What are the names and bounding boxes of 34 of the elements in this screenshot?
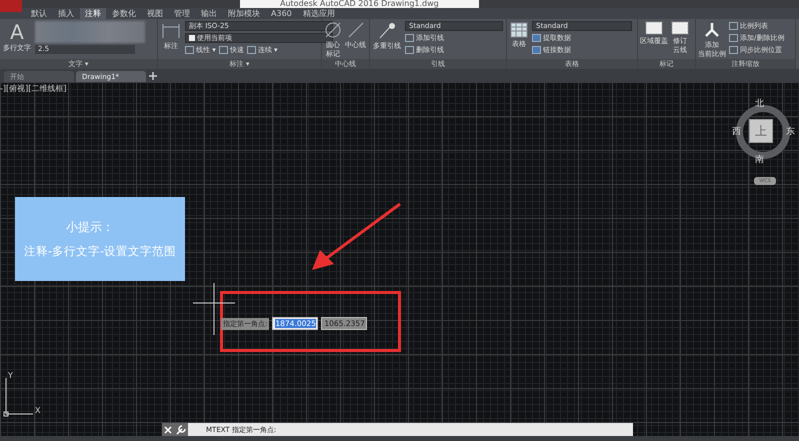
ribbon-tab[interactable]: 输出 [196, 8, 222, 19]
centerline-icon [346, 21, 364, 39]
wrench-icon[interactable] [176, 424, 186, 434]
ribbon-tab[interactable]: 插入 [53, 8, 79, 19]
y-axis-label: Y [8, 371, 13, 380]
x-axis-label: X [35, 406, 40, 415]
viewport-label[interactable]: -][俯视][二维线框] [0, 83, 66, 94]
close-icon[interactable] [164, 426, 172, 434]
viewcube-top-face[interactable]: 上 [749, 119, 773, 143]
wipeout-icon [645, 21, 663, 35]
ribbon-tab[interactable]: 注释 [80, 8, 106, 19]
scale-icon [703, 21, 721, 39]
dimension-icon [161, 22, 181, 40]
new-tab-icon[interactable] [148, 71, 158, 81]
ribbon-tab[interactable]: 参数化 [107, 8, 141, 19]
ucs-axes-icon [3, 376, 33, 418]
ribbon-tab[interactable]: 精选应用 [298, 8, 340, 19]
cloud-icon [671, 21, 689, 35]
ribbon-tab[interactable]: 管理 [169, 8, 195, 19]
tip-text: 注释-多行文字-设置文字范围 [24, 244, 176, 259]
ribbon-tab[interactable]: 默认 [26, 8, 52, 19]
east-label[interactable]: 东 [786, 125, 795, 138]
ribbon-tab[interactable]: 视图 [142, 8, 168, 19]
ribbon-tab[interactable]: A360 [266, 8, 297, 19]
tip-title: 小提示： [66, 219, 114, 236]
ribbon-tab[interactable]: 附加模块 [223, 8, 265, 19]
arrow-icon [310, 202, 402, 272]
west-label[interactable]: 西 [732, 125, 741, 138]
south-label[interactable]: 南 [755, 153, 764, 166]
window-title: Autodesk AutoCAD 2016 Drawing1.dwg [240, 0, 479, 8]
center-mark-icon [324, 21, 342, 39]
leader-icon [377, 22, 397, 40]
north-label[interactable]: 北 [755, 97, 764, 110]
table-icon [510, 22, 528, 38]
